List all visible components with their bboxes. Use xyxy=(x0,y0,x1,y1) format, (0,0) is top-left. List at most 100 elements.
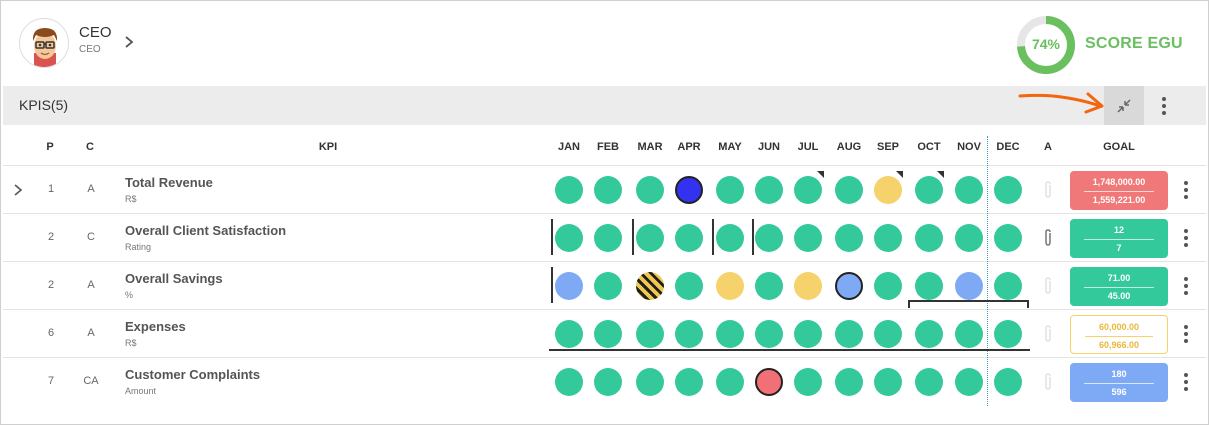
kpi-row[interactable]: 2 C Overall Client Satisfaction Rating 12 7 xyxy=(3,214,1206,262)
kpi-name[interactable]: Expenses xyxy=(125,319,186,334)
month-status-dot[interactable] xyxy=(994,224,1022,252)
month-status-dot[interactable] xyxy=(915,176,943,204)
month-status-dot[interactable] xyxy=(555,320,583,348)
month-status-dot[interactable] xyxy=(594,368,622,396)
month-status-dot[interactable] xyxy=(755,176,783,204)
month-status-dot[interactable] xyxy=(955,272,983,300)
goal-badge[interactable]: 71.00 45.00 xyxy=(1070,267,1168,306)
month-status-dot[interactable] xyxy=(555,272,583,300)
month-status-dot[interactable] xyxy=(874,176,902,204)
month-status-dot[interactable] xyxy=(755,272,783,300)
chevron-right-icon[interactable] xyxy=(123,34,135,50)
month-status-dot[interactable] xyxy=(794,224,822,252)
chevron-right-icon[interactable] xyxy=(13,183,23,197)
month-status-dot[interactable] xyxy=(555,368,583,396)
goal-badge[interactable]: 1,748,000.00 1,559,221.00 xyxy=(1070,171,1168,210)
month-status-dot[interactable] xyxy=(915,368,943,396)
paperclip-icon[interactable] xyxy=(1042,324,1054,344)
month-status-dot[interactable] xyxy=(835,320,863,348)
month-status-dot[interactable] xyxy=(874,272,902,300)
kpi-name[interactable]: Customer Complaints xyxy=(125,367,260,382)
month-status-dot[interactable] xyxy=(555,176,583,204)
month-status-dot[interactable] xyxy=(675,224,703,252)
collapse-button[interactable] xyxy=(1104,86,1144,125)
month-status-dot[interactable] xyxy=(675,368,703,396)
col-header-month: FEB xyxy=(597,141,619,153)
kpi-name[interactable]: Overall Client Satisfaction xyxy=(125,223,286,238)
month-status-dot[interactable] xyxy=(874,320,902,348)
month-status-dot[interactable] xyxy=(594,320,622,348)
goal-badge[interactable]: 180 596 xyxy=(1070,363,1168,402)
month-status-dot[interactable] xyxy=(716,320,744,348)
kpi-unit: % xyxy=(125,290,134,300)
paperclip-icon[interactable] xyxy=(1042,372,1054,392)
month-status-dot[interactable] xyxy=(636,272,664,300)
row-more-menu-icon[interactable] xyxy=(1177,179,1195,201)
month-status-dot[interactable] xyxy=(716,224,744,252)
paperclip-icon[interactable] xyxy=(1042,228,1054,248)
month-status-dot[interactable] xyxy=(955,320,983,348)
month-status-dot[interactable] xyxy=(675,272,703,300)
row-more-menu-icon[interactable] xyxy=(1177,275,1195,297)
goal-target: 12 xyxy=(1113,225,1124,235)
month-status-dot[interactable] xyxy=(594,176,622,204)
month-status-dot[interactable] xyxy=(835,368,863,396)
month-status-dot[interactable] xyxy=(955,176,983,204)
month-status-dot[interactable] xyxy=(955,224,983,252)
period-marker xyxy=(632,219,634,255)
month-status-dot[interactable] xyxy=(915,320,943,348)
month-status-dot[interactable] xyxy=(874,368,902,396)
month-status-dot[interactable] xyxy=(594,272,622,300)
month-status-dot[interactable] xyxy=(755,368,783,396)
row-more-menu-icon[interactable] xyxy=(1177,371,1195,393)
category-cell: A xyxy=(87,279,95,291)
kpi-row[interactable]: 7 CA Customer Complaints Amount 180 596 xyxy=(3,358,1206,406)
kpi-row[interactable]: 1 A Total Revenue R$ 1,748,000.00 1,559,221… xyxy=(3,166,1206,214)
kpi-more-menu-icon[interactable] xyxy=(1155,92,1173,120)
user-name: CEO xyxy=(79,24,112,41)
month-status-dot[interactable] xyxy=(835,224,863,252)
month-status-dot[interactable] xyxy=(915,272,943,300)
month-status-dot[interactable] xyxy=(675,320,703,348)
month-status-dot[interactable] xyxy=(636,320,664,348)
month-status-dot[interactable] xyxy=(915,224,943,252)
month-status-dot[interactable] xyxy=(716,272,744,300)
goal-badge[interactable]: 60,000.00 60,966.00 xyxy=(1070,315,1168,354)
row-more-menu-icon[interactable] xyxy=(1177,227,1195,249)
month-status-dot[interactable] xyxy=(716,176,744,204)
month-status-dot[interactable] xyxy=(874,224,902,252)
paperclip-icon[interactable] xyxy=(1042,276,1054,296)
paperclip-icon[interactable] xyxy=(1042,180,1054,200)
month-status-dot[interactable] xyxy=(675,176,703,204)
month-status-dot[interactable] xyxy=(994,320,1022,348)
month-status-dot[interactable] xyxy=(794,176,822,204)
col-header-goal: GOAL xyxy=(1103,141,1135,153)
month-status-dot[interactable] xyxy=(955,368,983,396)
month-status-dot[interactable] xyxy=(835,272,863,300)
month-status-dot[interactable] xyxy=(755,320,783,348)
month-status-dot[interactable] xyxy=(794,368,822,396)
month-status-dot[interactable] xyxy=(755,224,783,252)
month-status-dot[interactable] xyxy=(594,224,622,252)
comment-corner-marker xyxy=(817,171,824,178)
kpi-row[interactable]: 2 A Overall Savings% 71.00 45.00 xyxy=(3,262,1206,310)
month-status-dot[interactable] xyxy=(835,176,863,204)
row-more-menu-icon[interactable] xyxy=(1177,323,1195,345)
avatar[interactable] xyxy=(19,18,69,68)
col-header-month: JUL xyxy=(797,141,819,153)
month-status-dot[interactable] xyxy=(994,176,1022,204)
kpi-name[interactable]: Overall Savings xyxy=(125,271,223,286)
month-status-dot[interactable] xyxy=(994,272,1022,300)
priority-cell: 2 xyxy=(47,231,55,243)
goal-badge[interactable]: 12 7 xyxy=(1070,219,1168,258)
month-status-dot[interactable] xyxy=(794,272,822,300)
month-status-dot[interactable] xyxy=(794,320,822,348)
col-header-month: AUG xyxy=(836,141,862,153)
month-status-dot[interactable] xyxy=(716,368,744,396)
month-status-dot[interactable] xyxy=(994,368,1022,396)
month-status-dot[interactable] xyxy=(636,368,664,396)
kpi-name[interactable]: Total Revenue xyxy=(125,175,213,190)
month-status-dot[interactable] xyxy=(636,224,664,252)
month-status-dot[interactable] xyxy=(636,176,664,204)
month-status-dot[interactable] xyxy=(555,224,583,252)
